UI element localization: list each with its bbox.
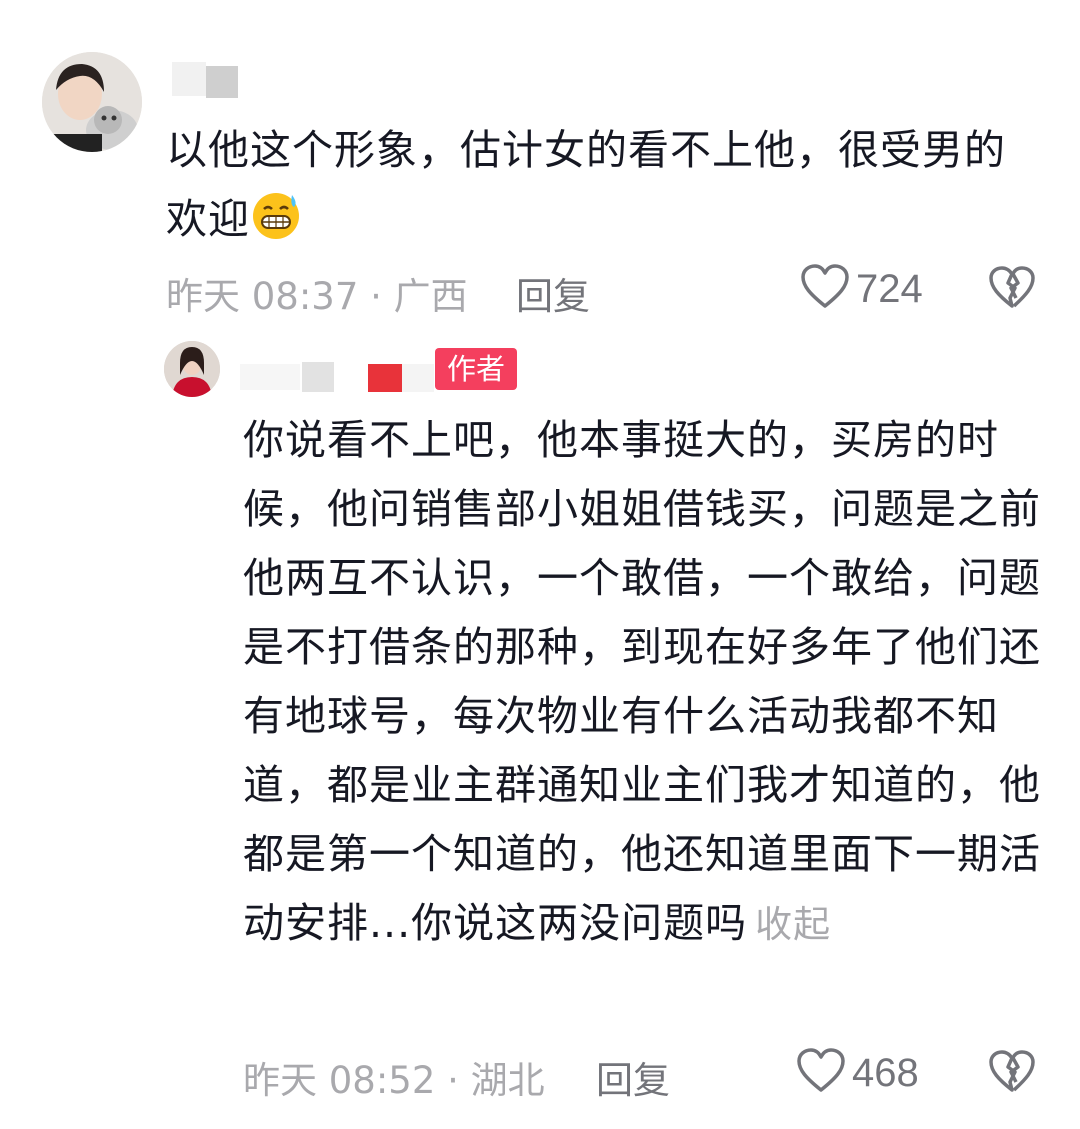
author-name-redacted bbox=[368, 364, 402, 392]
comment-text: 以他这个形象，估计女的看不上他，很受男的欢迎 bbox=[166, 126, 1006, 243]
reply-button[interactable]: 回复 bbox=[596, 1050, 670, 1104]
like-button[interactable]: 468 bbox=[796, 1048, 919, 1098]
grimacing-sweat-emoji-icon bbox=[250, 189, 302, 241]
author-name-redacted bbox=[402, 364, 434, 392]
reply-button[interactable]: 回复 bbox=[516, 266, 590, 320]
author-name-redacted bbox=[240, 364, 300, 390]
commenter-name-redacted bbox=[206, 66, 238, 98]
author-badge: 作者 bbox=[435, 348, 518, 390]
broken-heart-icon bbox=[988, 1050, 1036, 1098]
like-count: 468 bbox=[852, 1050, 919, 1095]
author-name-redacted bbox=[302, 362, 334, 392]
dislike-button[interactable] bbox=[988, 1050, 1036, 1098]
heart-icon bbox=[800, 264, 850, 314]
reply-time-location: 昨天 08:52 · 湖北 bbox=[243, 1059, 545, 1102]
commenter-name-redacted bbox=[172, 62, 206, 96]
broken-heart-icon bbox=[988, 266, 1036, 314]
reply-text: 你说看不上吧，他本事挺大的，买房的时候，他问销售部小姐姐借钱买，问题是之前他两互… bbox=[243, 416, 1041, 947]
like-button[interactable]: 724 bbox=[800, 264, 923, 314]
heart-icon bbox=[796, 1048, 846, 1098]
author-avatar[interactable] bbox=[164, 341, 220, 397]
dislike-button[interactable] bbox=[988, 266, 1036, 314]
comment-time-location: 昨天 08:37 · 广西 bbox=[166, 275, 468, 318]
collapse-button[interactable]: 收起 bbox=[755, 903, 831, 946]
commenter-avatar[interactable] bbox=[42, 52, 142, 152]
like-count: 724 bbox=[856, 266, 923, 311]
